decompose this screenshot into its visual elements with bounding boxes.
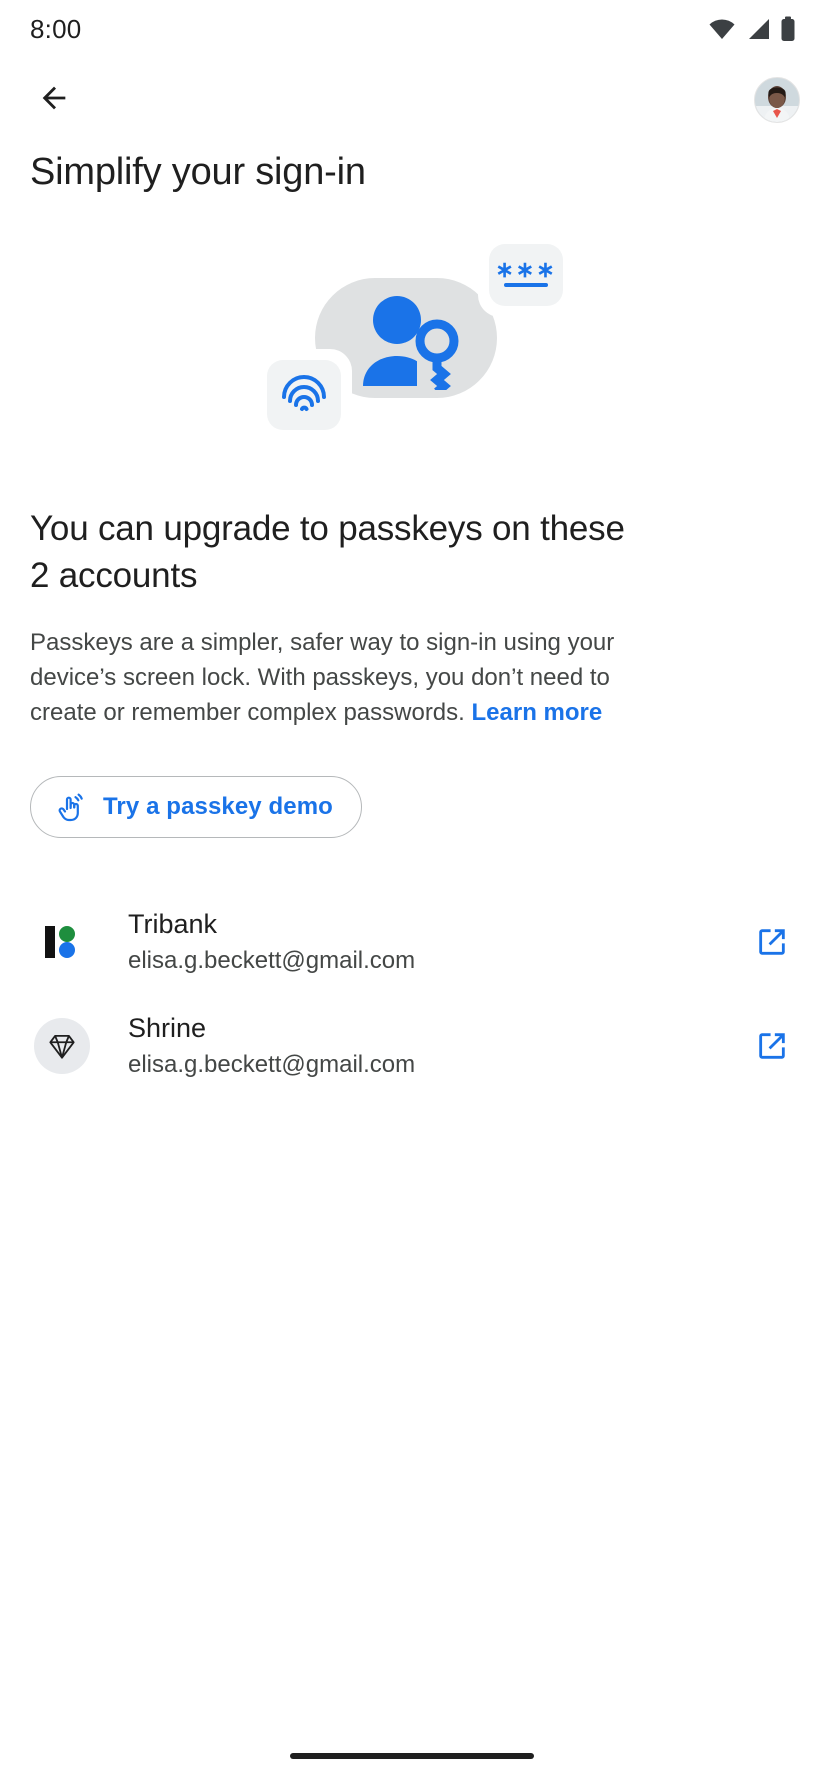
wifi-icon xyxy=(708,17,736,41)
status-bar-icons xyxy=(708,16,796,42)
account-list: Tribank elisa.g.beckett@gmail.com Shrine… xyxy=(0,890,824,1098)
account-text: Tribank elisa.g.beckett@gmail.com xyxy=(128,906,750,978)
table-row[interactable]: Shrine elisa.g.beckett@gmail.com xyxy=(0,994,824,1098)
touch-gesture-icon xyxy=(55,791,87,823)
password-dots: ∗∗∗ xyxy=(495,257,557,282)
status-bar: 8:00 xyxy=(0,0,824,58)
account-email: elisa.g.beckett@gmail.com xyxy=(128,947,416,974)
back-button[interactable] xyxy=(28,74,80,126)
body-text: Passkeys are a simpler, safer way to sig… xyxy=(30,625,642,730)
open-in-new-icon[interactable] xyxy=(750,920,794,964)
app-bar xyxy=(0,62,824,138)
avatar[interactable] xyxy=(754,77,800,123)
account-email: elisa.g.beckett@gmail.com xyxy=(128,1051,416,1078)
page-title: Simplify your sign-in xyxy=(30,151,366,193)
cell-signal-icon xyxy=(745,17,771,41)
tribank-logo-icon xyxy=(34,914,90,970)
person-key-icon xyxy=(357,294,467,396)
password-underline xyxy=(504,283,548,287)
try-passkey-demo-button[interactable]: Try a passkey demo xyxy=(30,776,362,838)
account-name: Tribank xyxy=(128,909,218,939)
fingerprint-icon xyxy=(278,367,330,424)
passkey-illustration: ∗∗∗ xyxy=(0,236,824,466)
back-arrow-icon xyxy=(37,81,71,120)
status-bar-time: 8:00 xyxy=(30,13,82,44)
headline: You can upgrade to passkeys on these 2 a… xyxy=(30,509,625,595)
password-field-card: ∗∗∗ xyxy=(489,244,563,306)
open-in-new-icon[interactable] xyxy=(750,1024,794,1068)
battery-icon xyxy=(780,16,796,42)
screen: 8:00 Simplify your sign-in ∗∗∗ You can u… xyxy=(0,0,824,1784)
try-passkey-demo-label: Try a passkey demo xyxy=(103,793,333,820)
fingerprint-card xyxy=(267,360,341,430)
learn-more-link[interactable]: Learn more xyxy=(472,699,603,726)
account-text: Shrine elisa.g.beckett@gmail.com xyxy=(128,1010,750,1082)
home-gesture-handle[interactable] xyxy=(290,1753,534,1759)
account-name: Shrine xyxy=(128,1013,207,1043)
system-nav-bar xyxy=(0,1728,824,1784)
table-row[interactable]: Tribank elisa.g.beckett@gmail.com xyxy=(0,890,824,994)
shrine-diamond-icon xyxy=(34,1018,90,1074)
